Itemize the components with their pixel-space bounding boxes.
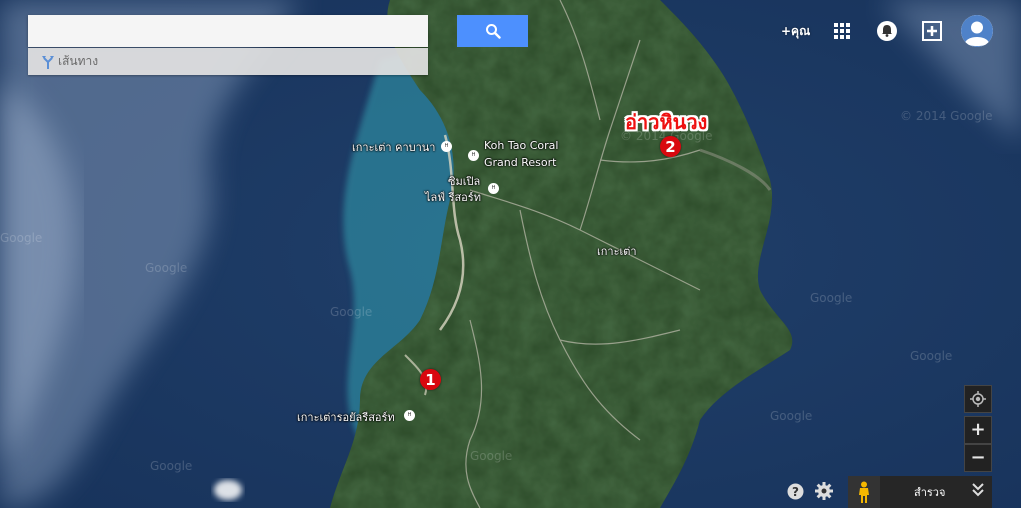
- search-button[interactable]: [457, 15, 528, 47]
- double-chevron-down-icon[interactable]: [972, 482, 984, 501]
- satellite-imagery: © 2014 Google © 2014 Google Google Googl…: [0, 0, 1021, 508]
- map-marker-1[interactable]: 1: [420, 369, 441, 390]
- hotel-poi-icon[interactable]: H: [468, 150, 479, 161]
- map-label-koh-tao[interactable]: เกาะเต่า: [597, 242, 637, 260]
- directions-button[interactable]: เส้นทาง: [28, 48, 428, 75]
- my-location-button[interactable]: [964, 385, 992, 413]
- map-label-simple-life-line2[interactable]: ไลฟ์ รีสอร์ท: [425, 188, 481, 206]
- zoom-out-icon: −: [970, 447, 986, 468]
- gear-icon[interactable]: [814, 481, 834, 501]
- zoom-in-icon: +: [970, 419, 986, 440]
- svg-text:Google: Google: [150, 459, 192, 473]
- map-label-coral-resort-line2[interactable]: Grand Resort: [484, 156, 556, 169]
- svg-text:Google: Google: [770, 409, 812, 423]
- map-label-cabana[interactable]: เกาะเต่า คาบานา: [352, 138, 435, 156]
- search-icon: [485, 24, 501, 39]
- search-box: [28, 15, 528, 47]
- explore-label: สำรวจ: [914, 486, 946, 499]
- explore-bar[interactable]: สำรวจ: [848, 476, 992, 508]
- hotel-poi-icon[interactable]: H: [441, 141, 452, 152]
- svg-text:Google: Google: [0, 231, 42, 245]
- map-label-coral-resort-line1[interactable]: Koh Tao Coral: [484, 139, 558, 152]
- svg-text:Google: Google: [330, 305, 372, 319]
- hotel-poi-icon[interactable]: H: [404, 410, 415, 421]
- directions-label: เส้นทาง: [58, 54, 99, 68]
- add-share-icon[interactable]: [921, 20, 943, 46]
- highlight-place-label: อ่าวหินวง: [625, 110, 708, 134]
- search-input[interactable]: [28, 15, 428, 47]
- help-icon[interactable]: ?: [786, 482, 804, 500]
- map-marker-2[interactable]: 2: [660, 136, 681, 157]
- bell-icon[interactable]: [876, 20, 898, 46]
- zoom-out-button[interactable]: −: [964, 444, 992, 472]
- svg-text:Google: Google: [910, 349, 952, 363]
- satellite-map[interactable]: © 2014 Google © 2014 Google Google Googl…: [0, 0, 1021, 508]
- svg-text:Google: Google: [810, 291, 852, 305]
- svg-text:Google: Google: [470, 449, 512, 463]
- avatar-icon[interactable]: [961, 15, 993, 47]
- apps-grid-icon[interactable]: [834, 23, 850, 43]
- directions-icon: [42, 55, 54, 69]
- my-location-icon: [970, 391, 986, 407]
- svg-text:?: ?: [792, 485, 799, 499]
- plus-you-link[interactable]: +คุณ: [781, 22, 810, 41]
- svg-text:Google: Google: [145, 261, 187, 275]
- hotel-poi-icon[interactable]: H: [488, 183, 499, 194]
- zoom-in-button[interactable]: +: [964, 416, 992, 444]
- pegman-icon[interactable]: [848, 476, 880, 508]
- svg-text:© 2014 Google: © 2014 Google: [900, 109, 992, 123]
- map-label-royal-resort[interactable]: เกาะเต่ารอยัลรีสอร์ท: [297, 408, 395, 426]
